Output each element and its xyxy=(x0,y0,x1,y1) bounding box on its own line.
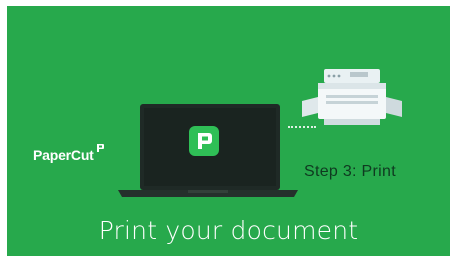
caption-text: Print your document xyxy=(98,216,359,245)
papercut-logo: PaperCut xyxy=(33,144,105,163)
brand-name: PaperCut xyxy=(33,147,94,163)
step-label: Step 3: Print xyxy=(304,163,396,180)
papercut-logo-icon xyxy=(96,144,104,152)
papercut-app-icon xyxy=(189,126,219,156)
printer-icon xyxy=(302,69,402,125)
video-frame: PaperCut Step 3: Print Print your docume… xyxy=(7,6,450,256)
